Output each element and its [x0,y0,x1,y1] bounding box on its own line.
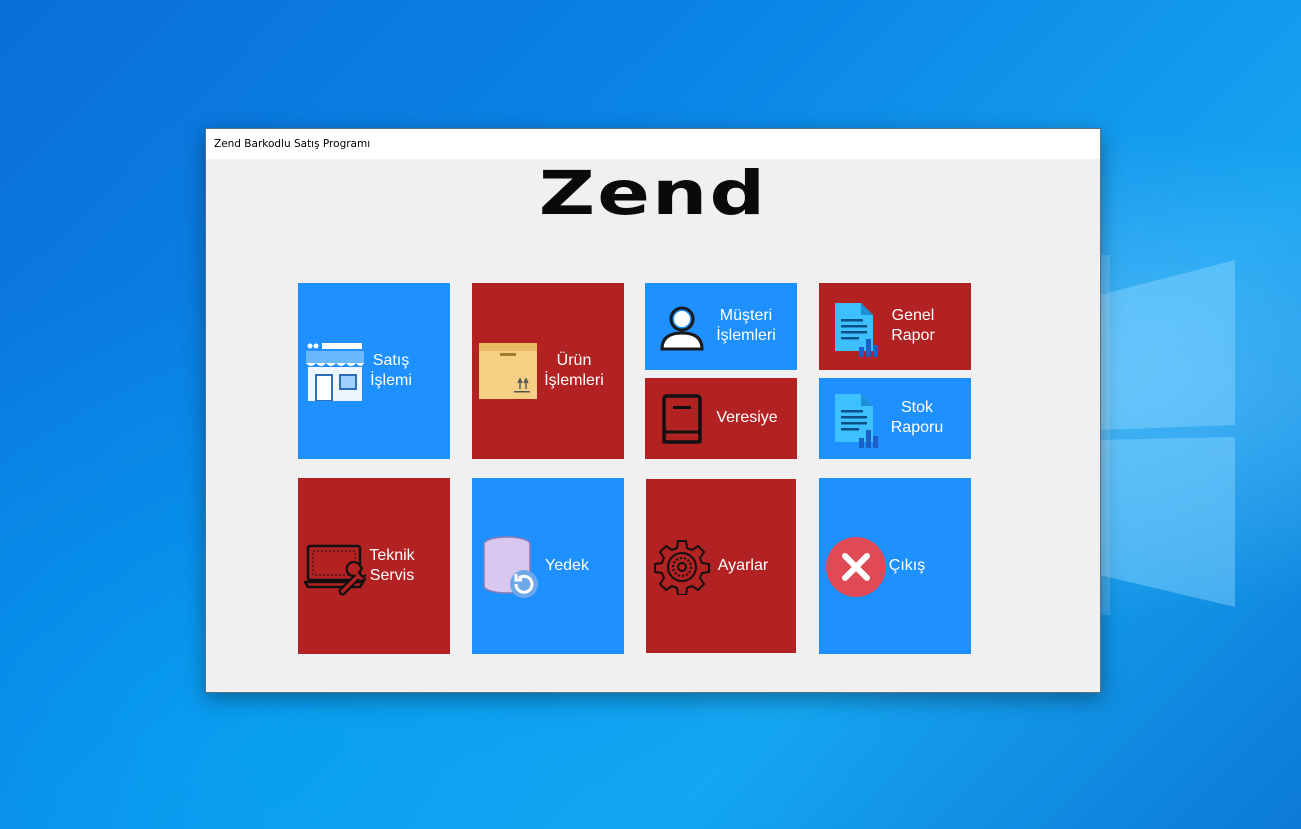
stock-report-tile[interactable]: Stok Raporu [819,378,971,459]
svg-text:Zend: Zend [539,159,767,223]
general-report-tile[interactable]: Genel Rapor [819,283,971,370]
technical-service-tile-line1: Teknik [369,547,415,564]
app-window: Zend Barkodlu Satış Programı Zend Satış … [205,128,1101,693]
customers-tile-line1: Müşteri [719,307,773,324]
credit-tile[interactable]: Veresiye [645,378,797,459]
zend-logo: Zend [539,159,767,223]
sales-tile-line2: İşlemi [370,372,412,389]
report-icon [835,303,878,357]
products-tile[interactable]: Ürün İşlemleri [472,283,624,459]
store-icon [306,343,364,401]
credit-tile-label: Veresiye [716,409,778,426]
book-icon [662,394,702,444]
technical-service-tile-line2: Servis [369,567,415,584]
general-report-tile-line1: Genel [891,307,935,324]
sales-tile[interactable]: Satış İşlemi [298,283,450,459]
title-bar[interactable]: Zend Barkodlu Satış Programı [206,129,1100,159]
products-tile-line2: İşlemleri [544,372,604,389]
technical-service-tile[interactable]: Teknik Servis [298,478,450,654]
stock-report-tile-line2: Raporu [890,419,944,436]
exit-tile[interactable]: Çıkış [819,478,971,654]
window-title: Zend Barkodlu Satış Programı [214,138,371,150]
customers-tile-line2: İşlemleri [716,327,776,344]
settings-tile[interactable]: Ayarlar [646,479,796,653]
products-tile-line1: Ürün [556,352,592,369]
laptop-wrench-icon [304,544,366,596]
exit-tile-label: Çıkış [888,557,926,574]
gear-icon [654,540,710,595]
customers-tile[interactable]: Müşteri İşlemleri [645,283,797,370]
database-backup-icon [483,536,538,598]
report-icon [835,394,878,448]
windows-logo-wallpaper [1100,255,1235,615]
close-icon [826,537,886,597]
sales-tile-line1: Satış [372,352,410,369]
box-icon [479,343,537,399]
user-icon [660,306,704,351]
general-report-tile-line2: Rapor [891,327,935,344]
settings-tile-label: Ayarlar [717,557,769,574]
backup-tile[interactable]: Yedek [472,478,624,654]
stock-report-tile-line1: Stok [900,399,933,416]
backup-tile-label: Yedek [545,557,589,574]
